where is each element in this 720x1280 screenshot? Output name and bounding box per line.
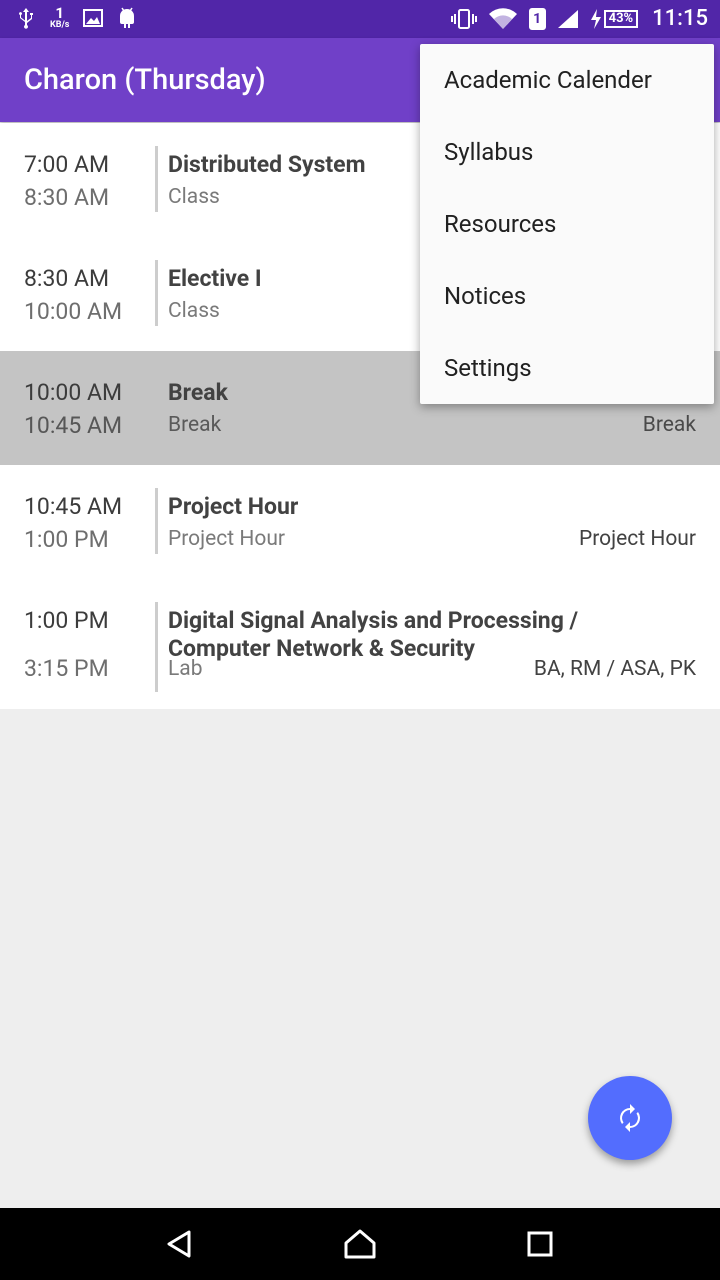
session-type: Project Hour xyxy=(168,527,286,551)
schedule-row-project-hour[interactable]: 10:45 AM 1:00 PM Project Hour Project Ho… xyxy=(0,465,720,579)
end-time: 8:30 AM xyxy=(24,184,110,211)
overflow-menu: Academic Calender Syllabus Resources Not… xyxy=(420,44,714,404)
page-title: Charon (Thursday) xyxy=(24,63,266,97)
time-divider xyxy=(155,488,158,554)
end-time: 3:15 PM xyxy=(24,655,109,682)
menu-item-resources[interactable]: Resources xyxy=(420,188,714,260)
subject-name: Digital Signal Analysis and Processing /… xyxy=(168,607,579,662)
vibrate-icon xyxy=(450,8,477,30)
end-time: 10:45 AM xyxy=(24,412,123,439)
session-type: Class xyxy=(168,299,220,323)
start-time: 8:30 AM xyxy=(24,265,110,292)
teacher-label: Project Hour xyxy=(578,527,696,551)
home-icon xyxy=(344,1229,376,1259)
image-icon xyxy=(83,9,104,27)
session-type: Class xyxy=(168,185,220,209)
menu-item-syllabus[interactable]: Syllabus xyxy=(420,116,714,188)
menu-item-academic-calender[interactable]: Academic Calender xyxy=(420,44,714,116)
time-divider xyxy=(155,602,158,692)
teacher-label: BA, RM / ASA, PK xyxy=(533,657,696,681)
sim-icon: 1 xyxy=(528,7,546,30)
start-time: 10:45 AM xyxy=(24,493,123,520)
clock: 11:15 xyxy=(652,6,708,31)
signal-icon xyxy=(556,8,580,30)
session-type: Lab xyxy=(168,657,203,681)
recents-button[interactable] xyxy=(522,1226,558,1262)
start-time: 7:00 AM xyxy=(24,151,110,178)
subject-name: Project Hour xyxy=(168,493,299,520)
home-button[interactable] xyxy=(342,1226,378,1262)
time-divider xyxy=(155,260,158,326)
android-icon xyxy=(117,6,137,30)
end-time: 10:00 AM xyxy=(24,298,123,325)
menu-item-settings[interactable]: Settings xyxy=(420,332,714,404)
wifi-icon xyxy=(487,7,519,31)
navigation-bar xyxy=(0,1208,720,1280)
refresh-button[interactable] xyxy=(588,1076,672,1160)
charging-icon xyxy=(590,8,601,29)
start-time: 1:00 PM xyxy=(24,607,109,634)
start-time: 10:00 AM xyxy=(24,379,123,406)
network-speed: 1 KB/s xyxy=(50,4,70,30)
status-bar: 1 KB/s 1 43% 11:15 xyxy=(0,0,720,38)
back-icon xyxy=(167,1230,191,1258)
refresh-icon xyxy=(620,1104,640,1132)
end-time: 1:00 PM xyxy=(24,526,109,553)
time-divider xyxy=(155,146,158,212)
session-type: Break xyxy=(168,413,222,437)
battery-icon: 43% xyxy=(603,9,639,28)
usb-icon xyxy=(16,6,36,30)
battery-indicator: 43% xyxy=(590,8,639,29)
schedule-row-lab[interactable]: 1:00 PM 3:15 PM Digital Signal Analysis … xyxy=(0,579,720,709)
teacher-label: Break xyxy=(642,413,696,437)
menu-item-notices[interactable]: Notices xyxy=(420,260,714,332)
back-button[interactable] xyxy=(162,1226,198,1262)
recents-icon xyxy=(527,1231,553,1257)
